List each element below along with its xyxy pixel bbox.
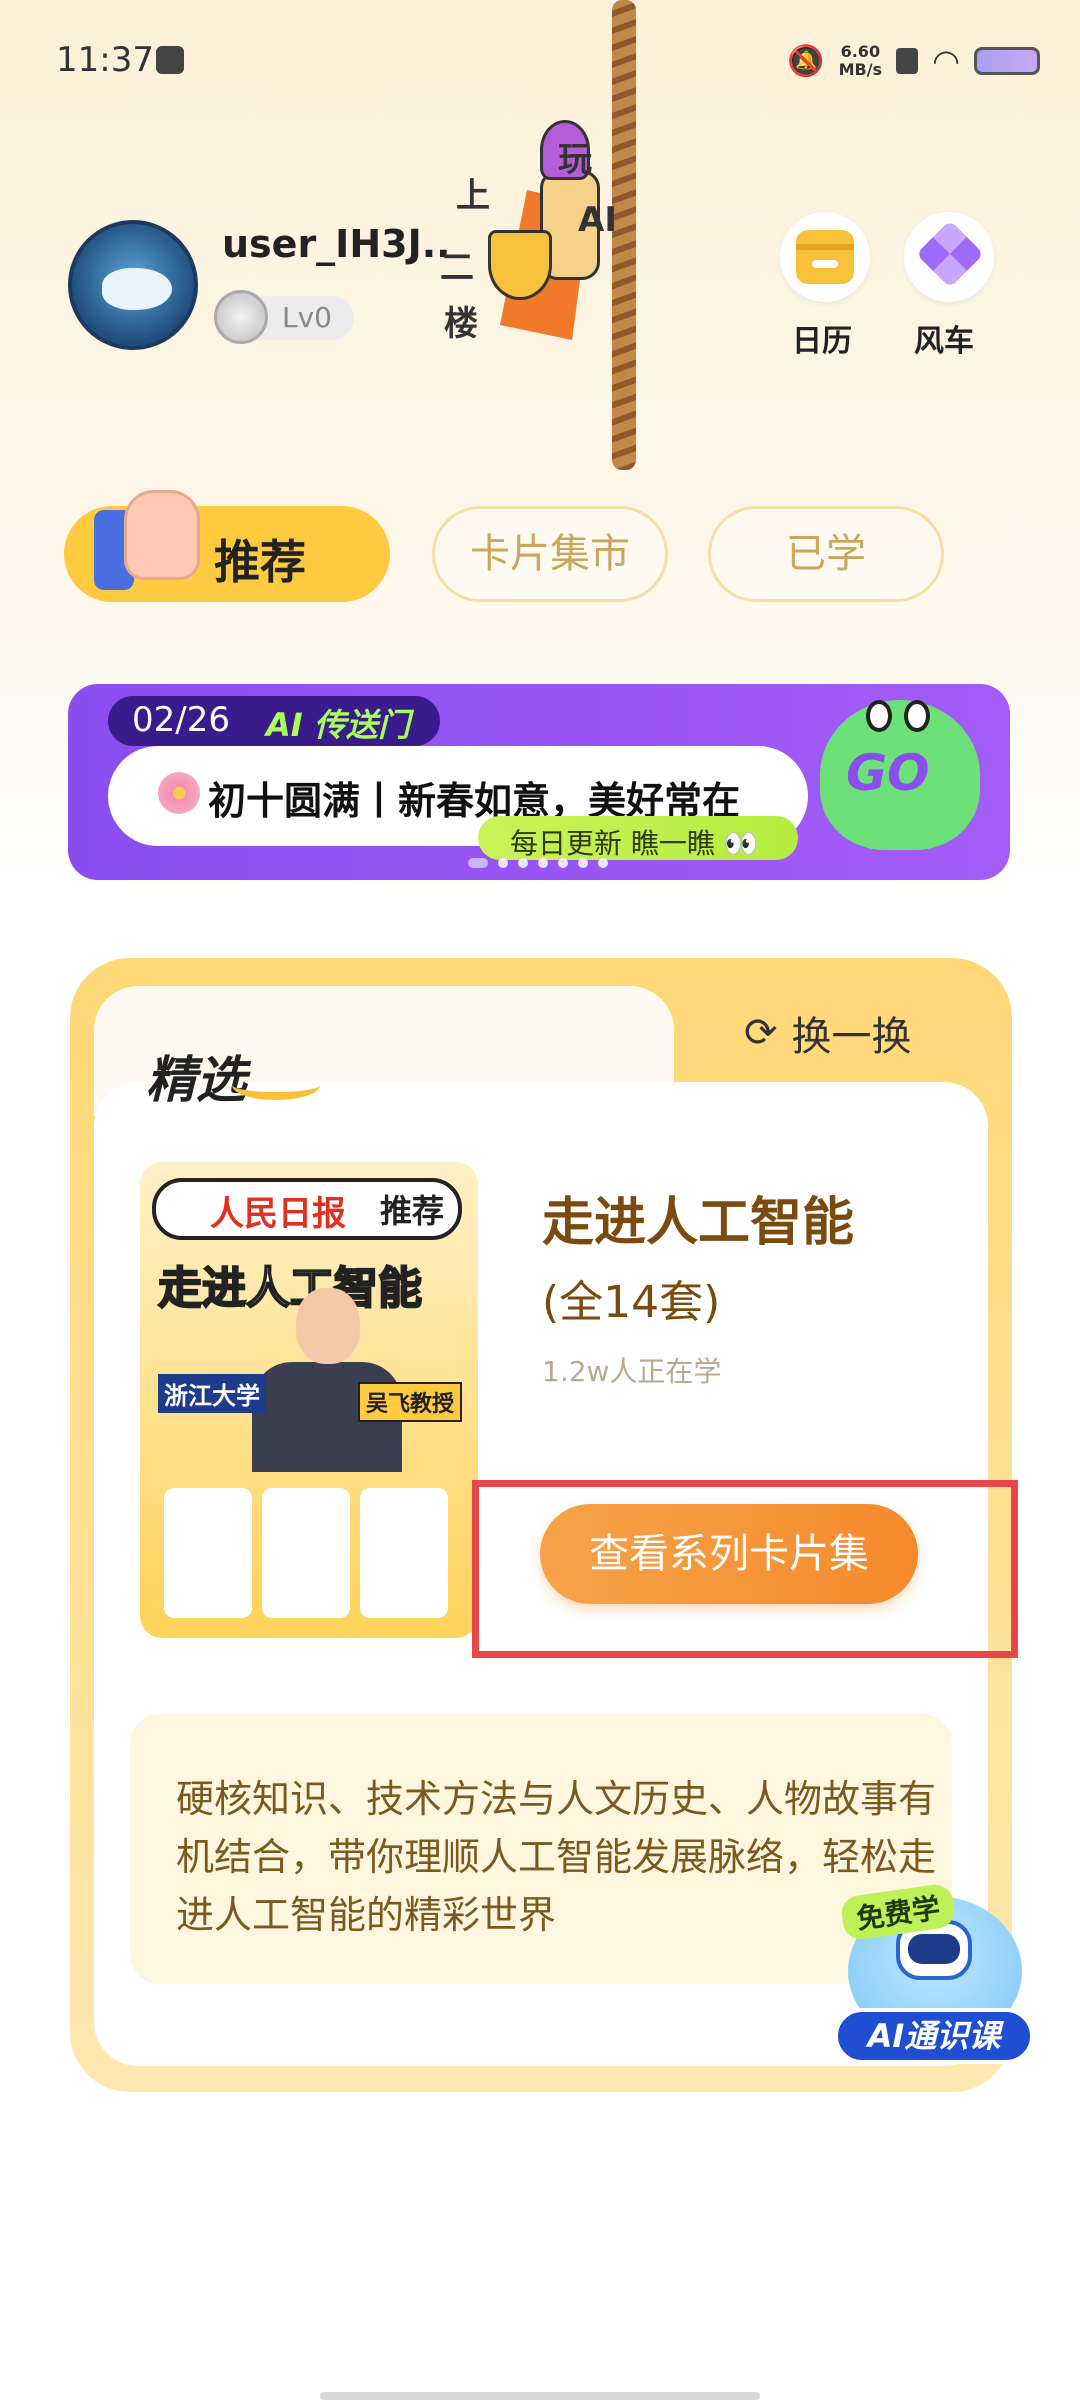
mascot-eye	[866, 700, 892, 732]
mascot-eye	[904, 700, 930, 732]
go-label: GO	[846, 744, 930, 802]
star-shield-icon	[488, 230, 552, 300]
swish-decoration	[232, 1070, 320, 1100]
poster-recommend: 推荐	[380, 1192, 445, 1230]
head	[296, 1288, 360, 1364]
mini-card-thumbnail	[360, 1488, 448, 1618]
blossom-icon	[158, 772, 200, 814]
banner-ai-tag: AI 传送门	[266, 706, 410, 744]
mute-icon: 🔕	[787, 43, 825, 79]
home-indicator[interactable]	[320, 2392, 760, 2400]
refresh-button[interactable]: ⟳ 换一换	[744, 1004, 912, 1062]
net-speed-unit: MB/s	[838, 60, 883, 79]
featured-title: 精选	[146, 1051, 246, 1109]
poster-professor: 吴飞教授	[358, 1382, 463, 1422]
deco-char-two: 二	[440, 248, 474, 288]
ai-course-float-button[interactable]: 免费学 AI通识课	[834, 1882, 1034, 2064]
status-right-group: 🔕 6.60 MB/s ◠	[787, 42, 1040, 80]
windmill-button[interactable]	[904, 212, 994, 302]
deco-char-up: 上	[456, 176, 490, 216]
pagination-dot[interactable]	[578, 858, 588, 868]
mini-card-thumbnail	[262, 1488, 350, 1618]
sim-off-icon	[896, 48, 919, 74]
pagination-dot[interactable]	[598, 858, 608, 868]
tab-card-market[interactable]: 卡片集市	[432, 506, 668, 602]
pagination-dot[interactable]	[518, 858, 528, 868]
calendar-label[interactable]: 日历	[792, 316, 852, 360]
pagination-dot[interactable]	[468, 858, 488, 868]
notification-icon	[156, 46, 184, 74]
poster-university: 浙江大学	[158, 1374, 266, 1413]
calendar-button[interactable]	[780, 212, 870, 302]
windmill-label[interactable]: 风车	[914, 316, 974, 360]
battery-icon	[974, 47, 1040, 75]
deco-char-play: 玩	[558, 140, 592, 180]
robot-face	[908, 1934, 960, 1964]
fish-icon	[102, 268, 172, 310]
tab-recommend-label[interactable]: 推荐	[214, 526, 306, 592]
deco-char-floor: 楼	[444, 304, 478, 344]
thumbs-up-icon	[94, 470, 204, 590]
pagination-dot[interactable]	[498, 858, 508, 868]
poster-paper-name: 人民日报	[210, 1194, 346, 1234]
avatar[interactable]	[68, 220, 198, 350]
refresh-label: 换一换	[791, 1014, 912, 1060]
calendar-icon	[796, 230, 854, 284]
status-time: 11:37	[56, 40, 154, 80]
ai-course-label: AI通识课	[834, 2008, 1034, 2064]
update-text: 每日更新 瞧一瞧 👀	[510, 827, 759, 860]
thumb-hand	[124, 490, 200, 580]
series-description: 硬核知识、技术方法与人文历史、人物故事有机结合，带你理顺人工智能发展脉络，轻松走…	[176, 1777, 937, 1937]
tab-learned[interactable]: 已学	[708, 506, 944, 602]
net-speed-value: 6.60	[840, 42, 881, 61]
net-speed: 6.60 MB/s	[839, 43, 882, 79]
learner-count: 1.2w人正在学	[542, 1355, 722, 1388]
medal-icon	[214, 290, 268, 344]
deco-char-ai: AI	[578, 200, 617, 240]
wifi-icon: ◠	[932, 42, 960, 80]
banner-pagination	[468, 858, 608, 868]
mini-card-thumbnail	[164, 1488, 252, 1618]
refresh-icon: ⟳	[744, 1010, 778, 1056]
series-count: (全14套)	[542, 1277, 721, 1328]
view-series-button[interactable]: 查看系列卡片集	[540, 1504, 918, 1604]
series-title[interactable]: 走进人工智能	[542, 1180, 854, 1255]
pagination-dot[interactable]	[538, 858, 548, 868]
windmill-icon	[916, 220, 984, 288]
username[interactable]: user_IH3J..	[222, 222, 451, 266]
banner-date: 02/26	[132, 700, 230, 740]
professor-photo	[252, 1278, 402, 1472]
pagination-dot[interactable]	[558, 858, 568, 868]
